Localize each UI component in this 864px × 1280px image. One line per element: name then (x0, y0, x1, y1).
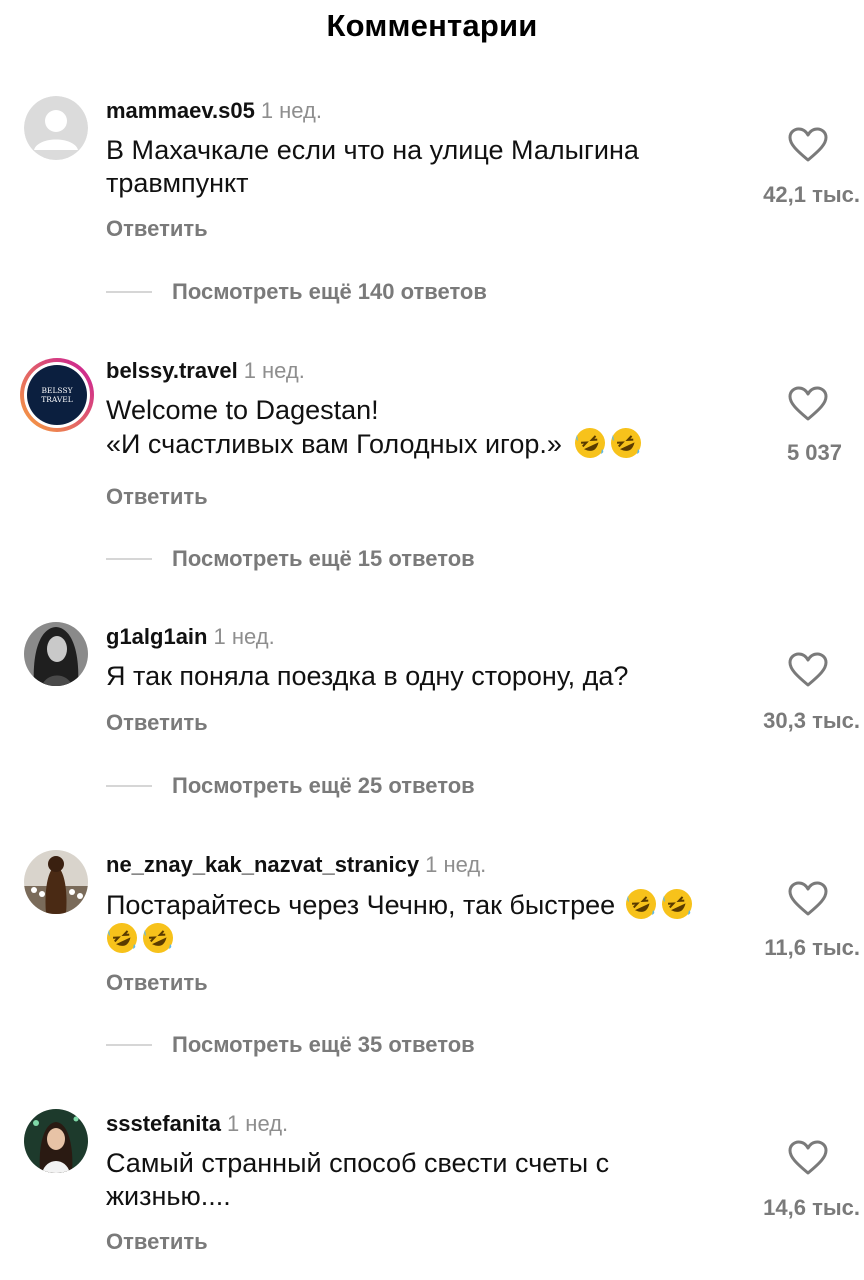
comment-text: Постарайтесь через Чечню, так быстрее (106, 888, 736, 956)
heart-outline-icon[interactable] (788, 881, 828, 917)
avatar-photo[interactable] (24, 1109, 88, 1173)
comment-meta: ne_znay_kak_nazvat_stranicy 1 нед. (106, 850, 486, 880)
like-count: 5 037 (786, 440, 842, 465)
avatar-photo[interactable] (24, 850, 88, 914)
divider-line (106, 1044, 152, 1046)
heart-outline-icon[interactable] (788, 127, 828, 163)
avatar-default[interactable] (24, 96, 88, 160)
comment-line: Welcome to Dagestan! (106, 395, 379, 425)
view-more-replies[interactable]: Посмотреть ещё 25 ответов (106, 771, 475, 801)
avatar-logo-text: BELSSY (41, 386, 73, 395)
heart-outline-icon[interactable] (788, 386, 828, 422)
reply-button[interactable]: Ответить (106, 484, 208, 510)
reply-button[interactable]: Ответить (106, 216, 208, 242)
comment-time: 1 нед. (226, 1111, 289, 1136)
comment-line: Самый странный способ свести счеты с (106, 1148, 610, 1178)
rolling-on-floor-laughing-emoji (142, 922, 174, 954)
view-more-replies[interactable]: Посмотреть ещё 140 ответов (106, 277, 487, 307)
rolling-on-floor-laughing-emoji (625, 888, 657, 920)
comment-text: Самый странный способ свести счеты с жиз… (106, 1147, 736, 1213)
like-count: 11,6 тыс. (764, 935, 860, 960)
comment-meta: mammaev.s05 1 нед. (106, 96, 322, 126)
reply-button[interactable]: Ответить (106, 1229, 208, 1255)
like-count: 42,1 тыс. (763, 182, 860, 207)
comment-line: Я так поняла поездка в одну сторону, да? (106, 661, 629, 691)
comment-line: жизнью.... (106, 1181, 231, 1211)
heart-outline-icon[interactable] (788, 1140, 828, 1176)
avatar-logo-text: TRAVEL (41, 395, 73, 404)
comment-meta: g1alg1ain 1 нед. (106, 622, 275, 652)
page-title: Комментарии (326, 8, 538, 43)
view-more-label: Посмотреть ещё 15 ответов (172, 546, 475, 571)
view-more-label: Посмотреть ещё 140 ответов (172, 279, 487, 304)
divider-line (106, 558, 152, 560)
comment-meta: ssstefanita 1 нед. (106, 1109, 288, 1139)
rolling-on-floor-laughing-emoji (661, 888, 693, 920)
heart-outline-icon[interactable] (788, 652, 828, 688)
comment-line: «И счастливых вам Голодных игор.» (106, 429, 562, 459)
comment-line: травмпункт (106, 168, 249, 198)
comment-time: 1 нед. (425, 852, 487, 877)
emoji-line (106, 922, 736, 956)
rolling-on-floor-laughing-emoji (106, 922, 138, 954)
comment-meta: belssy.travel 1 нед. (106, 356, 305, 386)
view-more-label: Посмотреть ещё 35 ответов (172, 1032, 475, 1057)
comment-time: 1 нед. (260, 98, 323, 123)
avatar-story-ring[interactable]: BELSSY TRAVEL (18, 356, 96, 434)
username-link[interactable]: ssstefanita (106, 1111, 221, 1136)
comment-line-with-emoji: Постарайтесь через Чечню, так быстрее (106, 888, 736, 922)
like-count: 14,6 тыс. (763, 1195, 860, 1220)
username-link[interactable]: g1alg1ain (106, 624, 207, 649)
view-more-replies[interactable]: Посмотреть ещё 15 ответов (106, 544, 475, 574)
comment-time: 1 нед. (243, 358, 305, 383)
divider-line (106, 291, 152, 293)
comment-line: В Махачкале если что на улице Малыгина (106, 135, 639, 165)
divider-line (106, 785, 152, 787)
view-more-label: Посмотреть ещё 25 ответов (172, 773, 475, 798)
reply-button[interactable]: Ответить (106, 970, 208, 996)
reply-button[interactable]: Ответить (106, 710, 208, 736)
view-more-replies[interactable]: Посмотреть ещё 35 ответов (106, 1030, 475, 1060)
comment-text: Я так поняла поездка в одну сторону, да? (106, 660, 736, 693)
comment-line-with-emoji: «И счастливых вам Голодных игор.» (106, 427, 736, 461)
comment-time: 1 нед. (213, 624, 275, 649)
rolling-on-floor-laughing-emoji (574, 427, 606, 459)
comment-text: В Махачкале если что на улице Малыгина т… (106, 134, 736, 200)
avatar-photo[interactable] (24, 622, 88, 686)
username-link[interactable]: ne_znay_kak_nazvat_stranicy (106, 852, 419, 877)
comments-header: Комментарии (0, 0, 864, 62)
rolling-on-floor-laughing-emoji (610, 427, 642, 459)
comment-line: Постарайтесь через Чечню, так быстрее (106, 890, 616, 920)
username-link[interactable]: belssy.travel (106, 358, 238, 383)
username-link[interactable]: mammaev.s05 (106, 98, 255, 123)
like-count: 30,3 тыс. (763, 708, 860, 733)
comment-text: Welcome to Dagestan! «И счастливых вам Г… (106, 394, 736, 461)
